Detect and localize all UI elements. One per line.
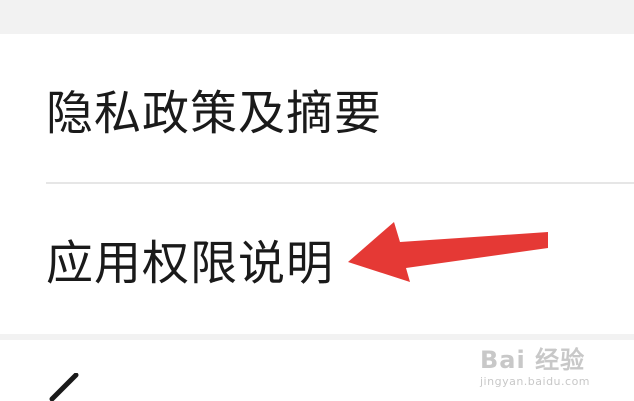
settings-item-label: 隐私政策及摘要: [46, 86, 382, 142]
settings-item-privacy-policy[interactable]: 隐私政策及摘要: [0, 34, 634, 184]
section-gap-top: [0, 0, 634, 34]
settings-item-label: 应用权限说明: [46, 236, 334, 292]
settings-list: 隐私政策及摘要 应用权限说明: [0, 34, 634, 334]
settings-item-partial[interactable]: [0, 340, 634, 401]
arrow-left-icon: [348, 222, 548, 282]
partial-text-stroke: [49, 373, 79, 401]
settings-screen: 隐私政策及摘要 应用权限说明 Bai 经验 jingyan.baidu.com: [0, 0, 634, 401]
